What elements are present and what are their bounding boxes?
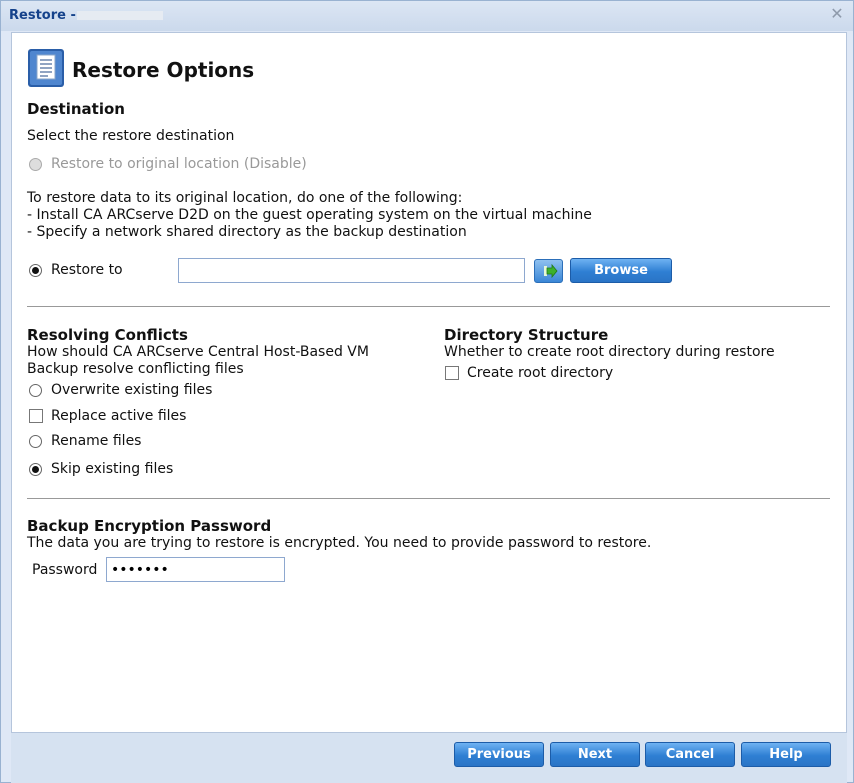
window-title: Restore -	[9, 8, 76, 23]
replace-active-label: Replace active files	[51, 408, 187, 424]
section-divider	[27, 306, 830, 307]
conflicts-desc-line-1: How should CA ARCserve Central Host-Base…	[27, 344, 369, 360]
cancel-button[interactable]: Cancel	[645, 742, 735, 767]
destination-info-line-3: - Specify a network shared directory as …	[27, 224, 467, 240]
dialog-footer: Previous Next Cancel Help	[11, 732, 847, 783]
replace-active-checkbox[interactable]	[29, 409, 43, 423]
create-root-directory-label: Create root directory	[467, 365, 614, 381]
destination-info-line-2: - Install CA ARCserve D2D on the guest o…	[27, 207, 592, 223]
previous-button[interactable]: Previous	[454, 742, 544, 767]
skip-existing-radio[interactable]	[29, 463, 42, 476]
destination-info-line-1: To restore data to its original location…	[27, 190, 463, 206]
encryption-desc: The data you are trying to restore is en…	[27, 535, 652, 551]
green-arrow-icon	[544, 263, 558, 279]
conflicts-desc-line-2: Backup resolve conflicting files	[27, 361, 244, 377]
original-location-label: Restore to original location (Disable)	[51, 156, 307, 172]
create-root-directory-checkbox[interactable]	[445, 366, 459, 380]
title-bar[interactable]: Restore - ✕	[1, 1, 853, 31]
restore-dialog: Restore - ✕ Restore Options Destination …	[0, 0, 854, 783]
restore-to-radio[interactable]	[29, 264, 42, 277]
go-arrow-button[interactable]	[534, 259, 563, 283]
close-icon[interactable]: ✕	[829, 6, 845, 22]
password-input[interactable]	[106, 557, 285, 582]
directory-heading: Directory Structure	[444, 326, 609, 344]
page-title: Restore Options	[72, 58, 255, 82]
encryption-heading: Backup Encryption Password	[27, 517, 272, 535]
restore-options-panel: Restore Options Destination Select the r…	[11, 32, 847, 734]
help-button[interactable]: Help	[741, 742, 831, 767]
next-button[interactable]: Next	[550, 742, 640, 767]
original-location-radio[interactable]	[29, 158, 42, 171]
overwrite-existing-radio[interactable]	[29, 384, 42, 397]
destination-prompt: Select the restore destination	[27, 128, 235, 144]
skip-existing-label: Skip existing files	[51, 461, 174, 477]
destination-heading: Destination	[27, 100, 125, 118]
restore-to-label: Restore to	[51, 262, 123, 278]
password-label: Password	[32, 562, 98, 578]
overwrite-existing-label: Overwrite existing files	[51, 382, 213, 398]
rename-files-label: Rename files	[51, 433, 142, 449]
rename-files-radio[interactable]	[29, 435, 42, 448]
title-redacted	[77, 11, 163, 20]
restore-to-path-input[interactable]	[178, 258, 525, 283]
document-icon	[28, 49, 64, 87]
section-divider	[27, 498, 830, 499]
directory-desc: Whether to create root directory during …	[444, 344, 775, 360]
browse-button[interactable]: Browse	[570, 258, 672, 283]
conflicts-heading: Resolving Conflicts	[27, 326, 188, 344]
